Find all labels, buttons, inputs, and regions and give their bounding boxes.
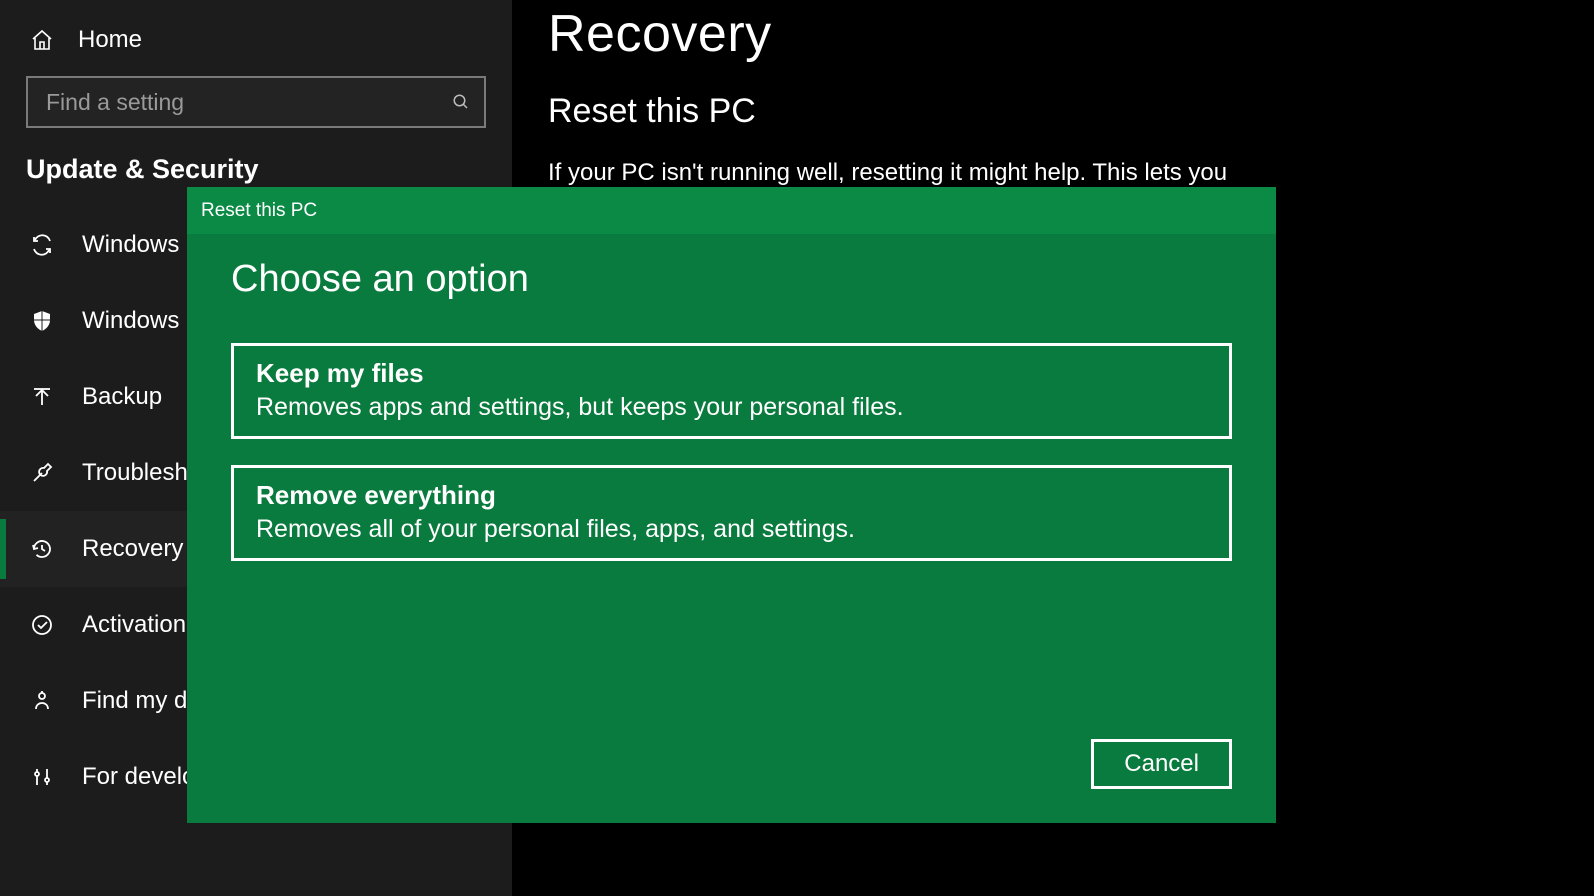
search-icon — [452, 93, 470, 111]
dialog-body: Choose an option Keep my files Removes a… — [187, 234, 1276, 823]
shield-icon — [28, 309, 56, 333]
option-desc: Removes all of your personal files, apps… — [256, 515, 1207, 544]
option-remove-everything[interactable]: Remove everything Removes all of your pe… — [231, 465, 1232, 561]
dialog-titlebar: Reset this PC — [187, 187, 1276, 234]
option-keep-my-files[interactable]: Keep my files Removes apps and settings,… — [231, 343, 1232, 439]
dialog-titlebar-text: Reset this PC — [201, 200, 317, 222]
backup-arrow-icon — [28, 385, 56, 409]
dialog-footer: Cancel — [1091, 739, 1232, 789]
section-body-text: If your PC isn't running well, resetting… — [548, 157, 1268, 189]
option-desc: Removes apps and settings, but keeps you… — [256, 393, 1207, 422]
sidebar-item-label: Backup — [82, 383, 162, 411]
search-input[interactable] — [46, 89, 452, 116]
section-title: Reset this PC — [548, 92, 1594, 131]
dialog-heading: Choose an option — [231, 258, 1232, 301]
option-title: Keep my files — [256, 358, 1207, 389]
reset-pc-dialog: Reset this PC Choose an option Keep my f… — [187, 187, 1276, 823]
sidebar-item-label: Activation — [82, 611, 186, 639]
search-input-wrap[interactable] — [26, 76, 486, 128]
history-icon — [28, 537, 56, 561]
sidebar-item-label: Recovery — [82, 535, 183, 563]
page-title: Recovery — [548, 4, 1594, 64]
home-icon — [28, 28, 56, 52]
sync-icon — [28, 233, 56, 257]
sidebar-home-label: Home — [78, 26, 142, 54]
wrench-icon — [28, 461, 56, 485]
sliders-icon — [28, 765, 56, 789]
check-circle-icon — [28, 613, 56, 637]
option-title: Remove everything — [256, 480, 1207, 511]
sidebar-home[interactable]: Home — [0, 12, 512, 76]
location-person-icon — [28, 689, 56, 713]
cancel-button[interactable]: Cancel — [1091, 739, 1232, 789]
